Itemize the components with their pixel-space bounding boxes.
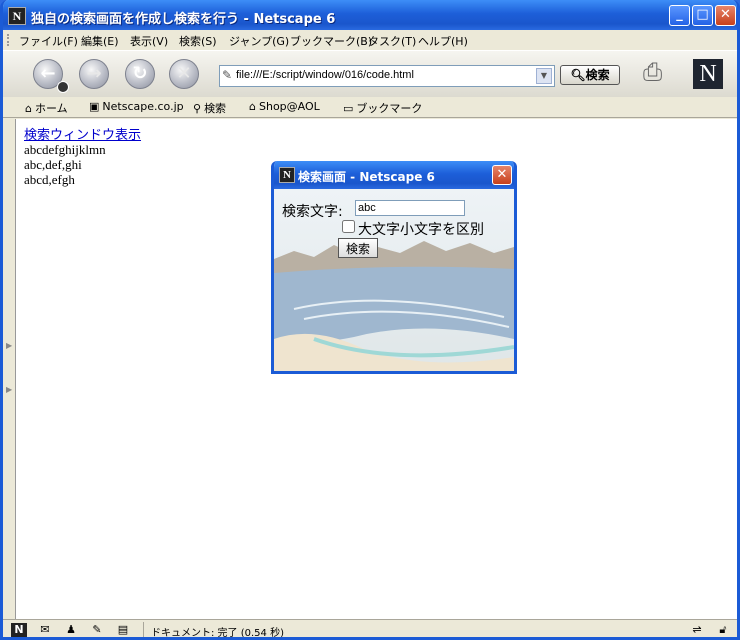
sidebar-toggle[interactable]: ▶ ▶: [3, 119, 15, 619]
search-text-input[interactable]: [355, 200, 465, 216]
menu-help[interactable]: ヘルプ(H): [418, 33, 468, 49]
navigator-icon[interactable]: N: [11, 623, 27, 637]
security-lock-icon[interactable]: 🔓︎: [715, 623, 731, 637]
stop-button[interactable]: ✕: [169, 59, 199, 89]
sidebar-arrow-icon: ▶: [6, 385, 13, 394]
menu-view[interactable]: 表示(V): [130, 33, 168, 49]
bookmark-folder[interactable]: ▭ ブックマーク: [343, 100, 422, 116]
search-form: 検索文字: 大文字小文字を区別 検索: [274, 189, 514, 371]
bookmark-shop-aol[interactable]: ⌂ Shop@AOL: [249, 100, 320, 113]
browser-window: N 独自の検索画面を作成し検索を行う - Netscape 6 _ □ ✕ ファ…: [0, 0, 740, 640]
bookmark-netscape[interactable]: ▣ Netscape.co.jp: [89, 100, 184, 113]
personal-toolbar: ⌂ ホーム ▣ Netscape.co.jp ⚲ 検索 ⌂ Shop@AOL ▭ ブックマ…: [3, 97, 737, 118]
close-button[interactable]: ✕: [715, 5, 736, 26]
instant-messenger-icon[interactable]: ♟: [63, 623, 79, 637]
case-sensitive-label: 大文字小文字を区別: [358, 222, 484, 238]
aol-icon: ⌂: [249, 100, 256, 113]
menu-tasks[interactable]: タスク(T): [368, 33, 416, 49]
page-body: 検索ウィンドウ表示 abcdefghijklmn abc,def,ghi abc…: [24, 127, 141, 187]
address-book-icon[interactable]: ▤: [115, 623, 131, 637]
popup-title-bar: N 検索画面 - Netscape 6 ✕: [274, 161, 514, 189]
status-bar: N ✉ ♟ ✎ ▤ ドキュメント: 完了 (0.54 秒) ⇌ 🔓︎: [3, 619, 737, 639]
menu-edit[interactable]: 編集(E): [81, 33, 119, 49]
text-line: abcdefghijklmn: [24, 142, 106, 157]
popup-search-button[interactable]: 検索: [338, 238, 378, 258]
menu-go[interactable]: ジャンプ(G): [229, 33, 289, 49]
bookmark-search[interactable]: ⚲ 検索: [193, 100, 226, 116]
sidebar-arrow-icon: ▶: [6, 341, 13, 350]
netscape-app-icon: N: [279, 167, 295, 183]
search-popup-window: N 検索画面 - Netscape 6 ✕ 検索文字: 大文字小文字を区別 検索: [271, 161, 517, 374]
search-button[interactable]: 🔍︎検索: [560, 65, 620, 85]
mail-icon[interactable]: ✉: [37, 623, 53, 637]
popup-title: 検索画面 - Netscape 6: [298, 170, 435, 184]
composer-icon[interactable]: ✎: [89, 623, 105, 637]
search-window-link[interactable]: 検索ウィンドウ表示: [24, 127, 141, 142]
url-bar[interactable]: ✎ ▼: [219, 65, 555, 87]
minimize-button[interactable]: _: [669, 5, 690, 26]
back-dropdown-icon[interactable]: [57, 81, 69, 93]
page-icon: ✎: [222, 68, 233, 82]
status-text: ドキュメント: 完了 (0.54 秒): [151, 628, 284, 639]
reload-button[interactable]: ↻: [125, 59, 155, 89]
text-line: abc,def,ghi: [24, 157, 82, 172]
menu-file[interactable]: ファイル(F): [19, 33, 78, 49]
bookmark-home[interactable]: ⌂ ホーム: [25, 100, 68, 116]
menu-grip-icon: [7, 34, 13, 46]
title-bar: N 独自の検索画面を作成し検索を行う - Netscape 6 _ □ ✕: [3, 0, 737, 30]
case-sensitive-checkbox[interactable]: [342, 220, 355, 233]
print-icon[interactable]: ⎙: [643, 59, 673, 85]
search-icon: 🔍︎: [570, 68, 586, 82]
menu-bookmarks[interactable]: ブックマーク(B): [290, 33, 372, 49]
home-icon: ⌂: [25, 102, 32, 115]
forward-button[interactable]: →: [79, 59, 109, 89]
url-input[interactable]: [236, 67, 531, 83]
menu-bar: ファイル(F) 編集(E) 表示(V) 検索(S) ジャンプ(G) ブックマーク…: [3, 30, 737, 50]
url-dropdown-icon[interactable]: ▼: [536, 68, 552, 84]
search-label: 検索文字:: [282, 204, 343, 220]
window-title: 独自の検索画面を作成し検索を行う - Netscape 6: [31, 12, 336, 27]
my-icon: ▣: [89, 100, 100, 113]
search-icon: ⚲: [193, 102, 202, 115]
navigation-toolbar: ← → ↻ ✕ ✎ ▼ 🔍︎検索 ⎙ N: [3, 50, 737, 98]
menu-search[interactable]: 検索(S): [179, 33, 217, 49]
netscape-app-icon: N: [8, 7, 26, 25]
folder-icon: ▭: [343, 102, 354, 115]
status-divider: [143, 622, 144, 637]
netscape-logo[interactable]: N: [693, 59, 723, 89]
popup-close-button[interactable]: ✕: [492, 165, 512, 185]
text-line: abcd,efgh: [24, 172, 75, 187]
search-button-label: 検索: [585, 68, 610, 82]
online-status-icon[interactable]: ⇌: [685, 623, 709, 637]
maximize-button[interactable]: □: [692, 5, 713, 26]
